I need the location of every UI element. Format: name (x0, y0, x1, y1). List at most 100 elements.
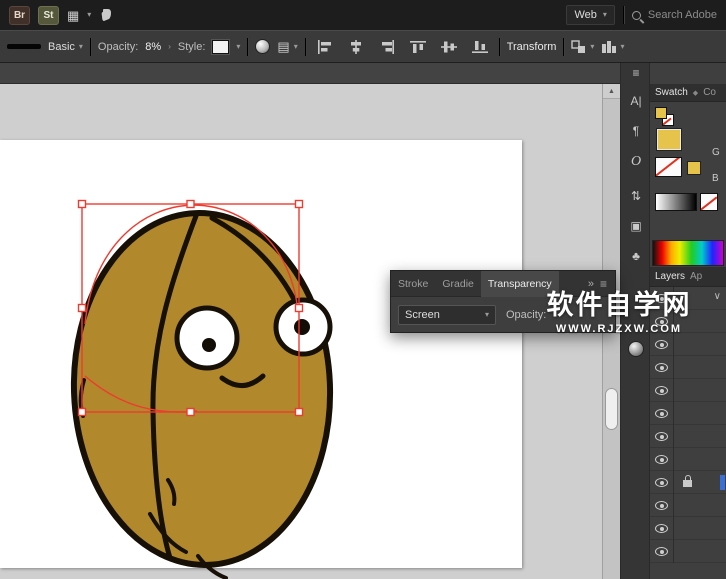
chevron-right-icon[interactable]: › (168, 42, 171, 51)
transform-link[interactable]: Transform (507, 41, 557, 53)
align-center-button[interactable] (344, 35, 368, 59)
align-left-button[interactable] (313, 35, 337, 59)
layer-row[interactable] (650, 471, 726, 494)
divider (304, 37, 306, 56)
search-box[interactable]: Search Adobe (631, 9, 717, 21)
tab-gradient[interactable]: Gradie (435, 271, 481, 297)
selection-handle[interactable] (77, 407, 87, 417)
panel-menu-icon[interactable]: ≡ (621, 67, 651, 79)
chevron-down-icon[interactable]: ▾ (236, 42, 240, 51)
control-bar: Basic ▾ Opacity: 8% › Style: ▾ ▤ ▾ Trans… (0, 30, 726, 63)
align-top-button[interactable] (406, 35, 430, 59)
layer-row[interactable] (650, 425, 726, 448)
selection-handle[interactable] (77, 199, 87, 209)
chevron-down-icon: ▾ (620, 41, 625, 51)
visibility-toggle[interactable] (650, 356, 674, 379)
layer-row[interactable] (650, 402, 726, 425)
align-bottom-button[interactable] (468, 35, 492, 59)
color-spectrum-bar[interactable] (652, 240, 724, 266)
layer-row[interactable] (650, 448, 726, 471)
scroll-up-button[interactable]: ▲ (603, 84, 620, 99)
eye-icon (655, 340, 668, 349)
align-middle-button[interactable] (437, 35, 461, 59)
brush-definition-value: Basic (48, 40, 75, 53)
divider (622, 6, 624, 24)
layer-row[interactable] (650, 356, 726, 379)
right-pupil (294, 319, 310, 335)
selection-handle[interactable] (294, 303, 304, 313)
green-channel-label: G (712, 147, 720, 158)
swatches-panel-tabs: Swatch ◆ Co (650, 84, 726, 102)
eye-icon (655, 547, 668, 556)
layer-row[interactable] (650, 540, 726, 563)
visibility-toggle[interactable] (650, 517, 674, 540)
shape-options-dropdown[interactable]: ▾ (601, 40, 624, 54)
opentype-panel-icon[interactable]: O (621, 155, 651, 169)
visibility-toggle[interactable] (650, 471, 674, 494)
chevron-down-icon: ▾ (602, 10, 607, 19)
eye-icon (655, 501, 668, 510)
walnut-body[interactable] (68, 209, 336, 570)
tab-stroke[interactable]: Stroke (391, 271, 435, 297)
transform-panel-icon[interactable]: ⇅ (621, 190, 651, 202)
document-setup-dropdown[interactable]: ▤ ▾ (277, 40, 297, 53)
arrange-dropdown[interactable]: ▾ (571, 39, 594, 54)
visibility-toggle[interactable] (650, 448, 674, 471)
opacity-value[interactable]: 8% (145, 41, 161, 53)
tab-color[interactable]: Co (703, 87, 716, 98)
white-black-gradient-swatch[interactable] (655, 193, 697, 211)
stroke-preview[interactable] (7, 44, 41, 49)
bridge-badge[interactable]: Br (9, 5, 30, 25)
visibility-toggle[interactable] (650, 425, 674, 448)
eye-icon (655, 363, 668, 372)
document-profile-dropdown[interactable]: Web ▾ (566, 5, 615, 25)
none-swatch[interactable] (655, 157, 682, 177)
lock-icon[interactable] (683, 475, 692, 487)
selection-handle[interactable] (294, 407, 304, 417)
selection-handle[interactable] (77, 303, 87, 313)
menu-bar: Br St ▦ ▾ Web ▾ Search Adobe (0, 0, 726, 30)
eye-icon (655, 455, 668, 464)
walnut-character[interactable] (68, 209, 336, 579)
visibility-toggle[interactable] (650, 494, 674, 517)
artboards-panel-icon[interactable]: ▣ (621, 220, 651, 232)
selected-swatch[interactable] (657, 129, 681, 150)
tab-appearance[interactable]: Ap (690, 271, 702, 282)
chevron-down-icon[interactable]: ▾ (87, 11, 91, 19)
stock-badge[interactable]: St (38, 5, 59, 25)
eye-icon (655, 386, 668, 395)
selection-handle[interactable] (186, 407, 195, 417)
blend-mode-select[interactable]: Screen ▾ (398, 305, 496, 325)
tab-layers[interactable]: Layers (655, 271, 685, 282)
tab-swatches[interactable]: Swatch (655, 87, 688, 98)
selection-handle[interactable] (294, 199, 304, 209)
sphere-panel-icon[interactable] (628, 341, 644, 357)
symbols-panel-icon[interactable]: ♣ (621, 250, 651, 262)
eye-icon (655, 524, 668, 533)
scrollbar-thumb[interactable] (605, 388, 618, 430)
layer-row[interactable] (650, 517, 726, 540)
selection-handle[interactable] (186, 199, 195, 209)
left-eye[interactable] (174, 305, 240, 371)
none-swatch-small[interactable] (700, 193, 718, 211)
visibility-toggle[interactable] (650, 379, 674, 402)
document-profile-value: Web (574, 9, 597, 21)
visibility-toggle[interactable] (650, 333, 674, 356)
align-right-button[interactable] (375, 35, 399, 59)
sphere-icon[interactable] (255, 39, 271, 54)
apps-grid-icon[interactable]: ▦ (67, 9, 79, 22)
hand-tool-icon[interactable] (99, 8, 113, 22)
brush-definition-dropdown[interactable]: Basic ▾ (48, 41, 83, 53)
character-panel-icon[interactable]: A| (621, 95, 651, 107)
layer-row[interactable] (650, 333, 726, 356)
fill-chip[interactable] (655, 107, 667, 119)
paragraph-panel-icon[interactable]: ¶ (621, 125, 651, 137)
layer-row[interactable] (650, 379, 726, 402)
yellow-swatch[interactable] (687, 161, 701, 175)
visibility-toggle[interactable] (650, 402, 674, 425)
visibility-toggle[interactable] (650, 540, 674, 563)
chevron-down-icon: ▾ (78, 41, 83, 51)
style-swatch[interactable] (212, 39, 230, 54)
layer-row[interactable] (650, 494, 726, 517)
blend-mode-value: Screen (405, 309, 440, 321)
